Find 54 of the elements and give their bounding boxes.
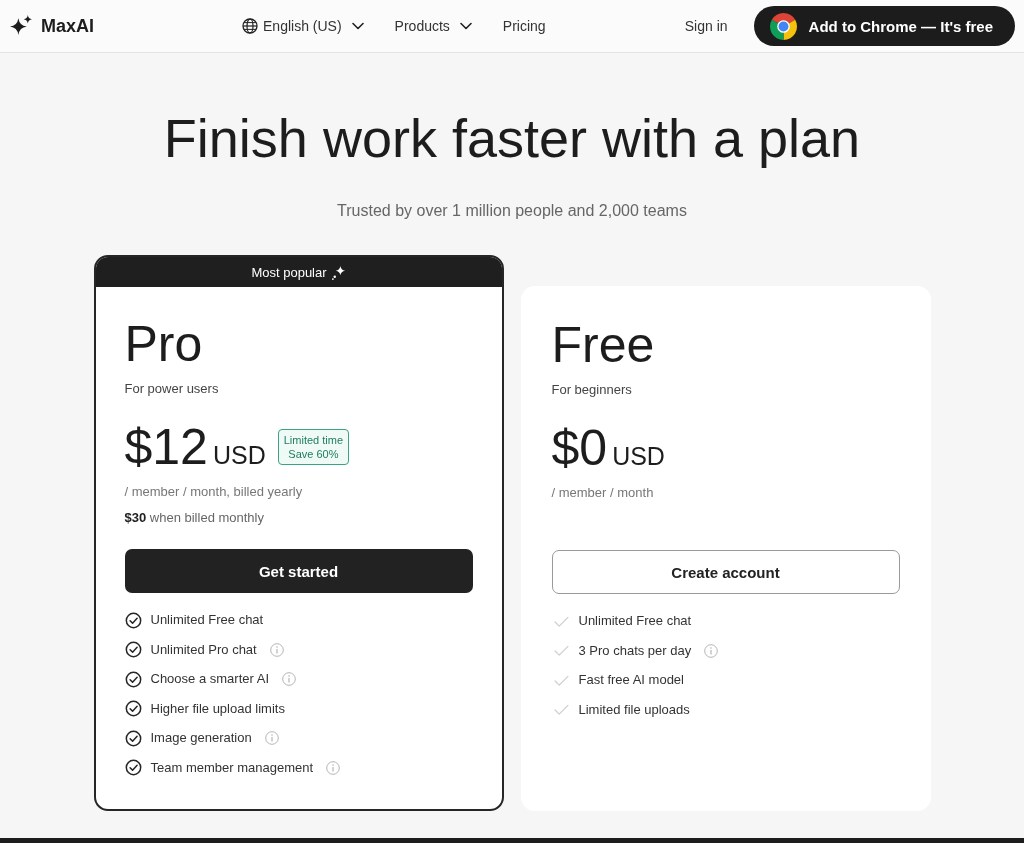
discount-badge: Limited time Save 60% [277, 429, 350, 465]
info-icon[interactable] [704, 643, 719, 658]
feature-text: Unlimited Pro chat [150, 640, 257, 659]
check-icon [553, 704, 569, 716]
page-title: Finish work faster with a plan [163, 108, 861, 168]
feature-text: 3 Pro chats per day [578, 641, 692, 660]
info-icon[interactable] [264, 731, 279, 746]
nav-link[interactable]: English (US) [242, 18, 364, 34]
check-icon [553, 645, 569, 657]
feature-text: Higher file upload limits [150, 699, 285, 718]
check-icon [553, 615, 569, 627]
feature-text: Unlimited Free chat [150, 611, 264, 629]
feature-text: Choose a smarter AI [150, 670, 269, 689]
plan-price: $0 [551, 420, 608, 476]
sparkle-logo-icon [10, 15, 32, 37]
check-circle-icon [124, 611, 142, 629]
ring-logo-icon [769, 12, 797, 40]
page-subtitle: Trusted by over 1 million people and 2,000 teams [337, 201, 687, 221]
plan-price: $12 [124, 419, 208, 475]
check-circle-icon [124, 700, 142, 718]
globe-icon [242, 18, 258, 34]
nav-link[interactable]: Pricing [502, 18, 546, 34]
info-icon[interactable] [326, 760, 341, 775]
feature-text: Limited file uploads [578, 700, 690, 719]
check-circle-icon [124, 759, 142, 777]
banner-label: Most popular [251, 264, 327, 280]
sign-in-link[interactable]: Sign in [684, 18, 728, 34]
feature-text: Unlimited Free chat [578, 612, 692, 630]
billing-period: / member / month [551, 484, 654, 502]
check-circle-icon [124, 670, 142, 688]
billing-period: / member / month, billed yearly [124, 483, 303, 501]
feature-text: Image generation [150, 729, 252, 748]
get-started-button[interactable]: Get started [124, 549, 473, 593]
check-icon [553, 674, 569, 686]
add-to-browser-button[interactable]: Add to Chrome — It's free [753, 6, 1015, 46]
sparkle-icon [330, 264, 346, 280]
chevron-down-icon [459, 22, 472, 30]
create-account-button[interactable]: Create account [551, 550, 900, 594]
info-icon[interactable] [269, 642, 284, 657]
nav-link[interactable]: Products [394, 18, 472, 34]
check-circle-icon [124, 729, 142, 747]
price-currency: USD [612, 442, 665, 471]
plan-name: Pro [124, 316, 203, 372]
plan-name: Free [551, 317, 655, 373]
info-icon[interactable] [282, 672, 296, 687]
check-circle-icon [124, 641, 142, 659]
plan-audience: For power users [124, 380, 219, 398]
monthly-price-note: $30 when billed monthly [124, 509, 264, 527]
brand-name: MaxAI [41, 15, 94, 37]
feature-text: Fast free AI model [578, 671, 684, 690]
chevron-down-icon [351, 22, 364, 30]
plan-audience: For beginners [551, 381, 632, 399]
feature-text: Team member management [150, 758, 314, 777]
price-currency: USD [212, 441, 266, 470]
